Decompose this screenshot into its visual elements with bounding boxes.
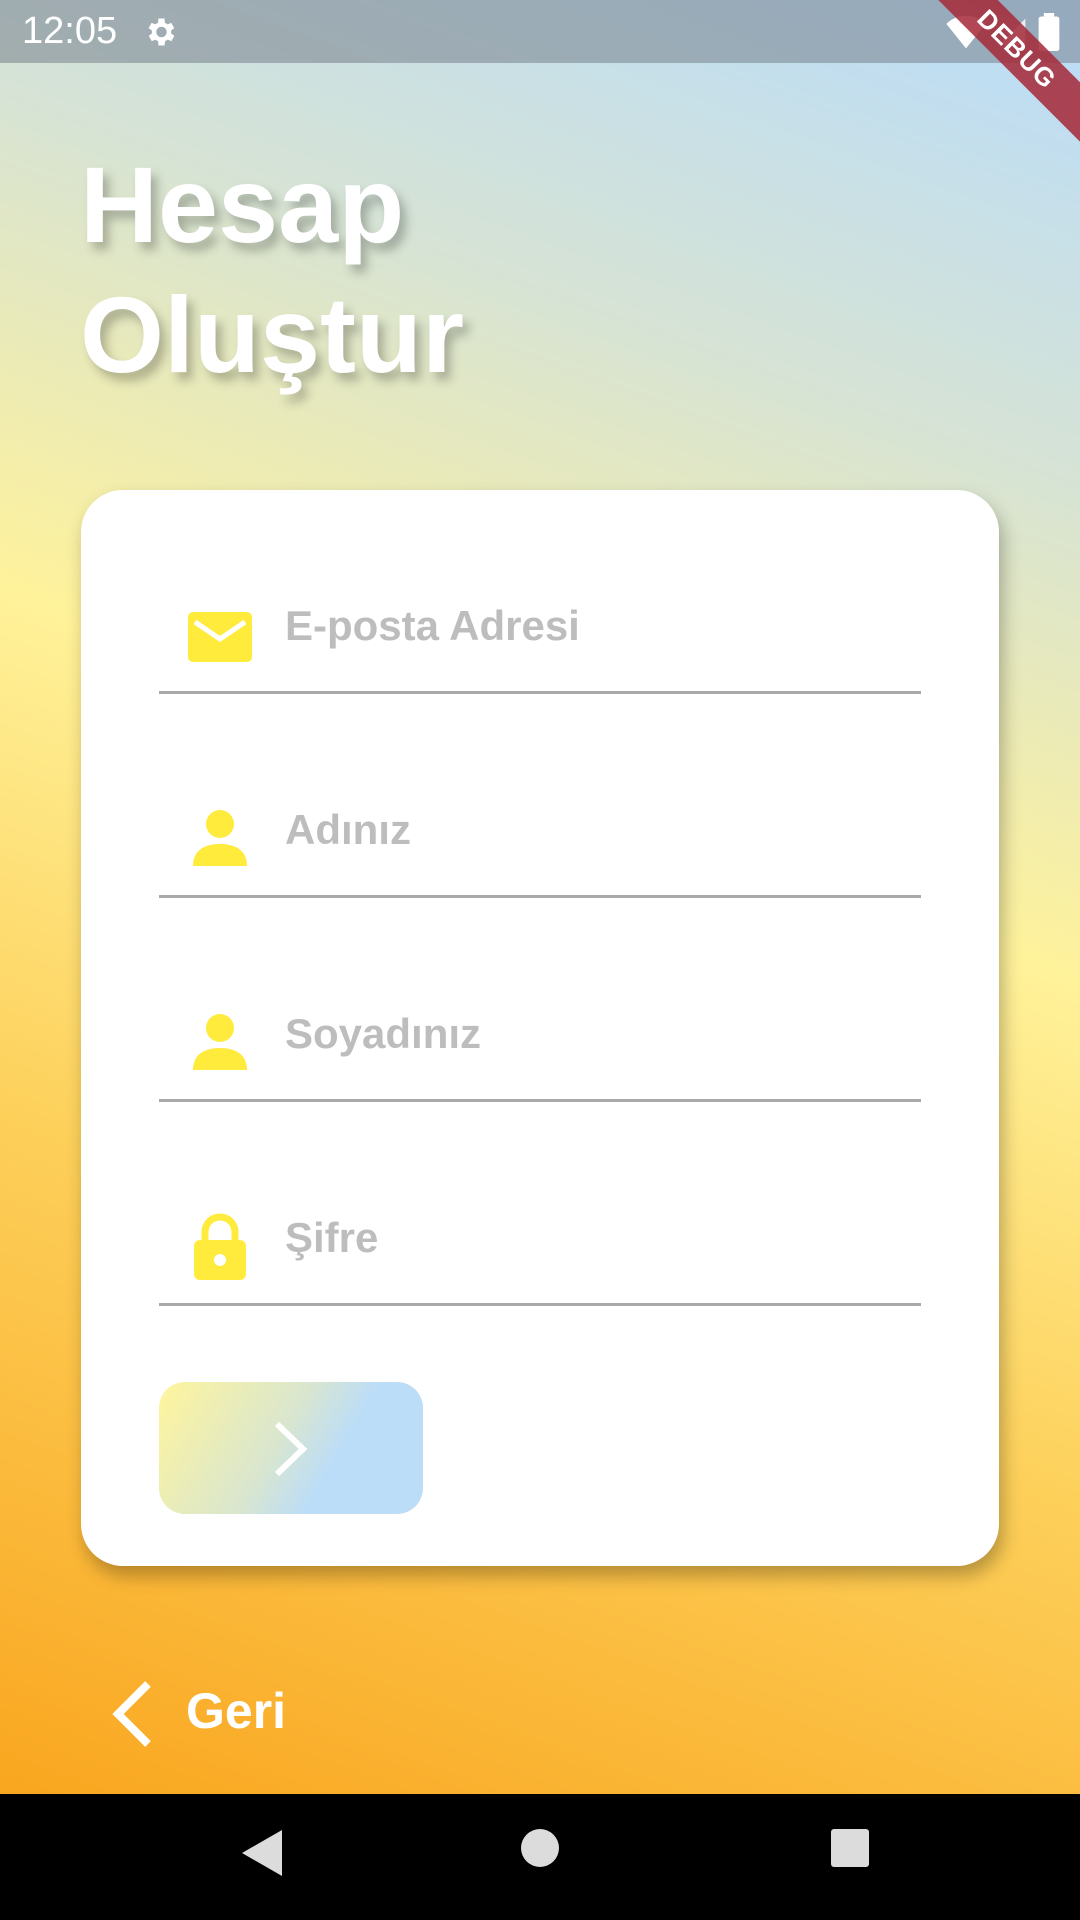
signup-card: E-posta Adresi Adınız Soyadınız Şifre (81, 490, 999, 1566)
back-label: Geri (186, 1683, 287, 1739)
next-button[interactable] (159, 1382, 423, 1514)
person-icon (193, 810, 247, 866)
last-name-field[interactable]: Soyadınız (159, 898, 921, 1102)
system-nav-bar (0, 1794, 1080, 1920)
password-field[interactable]: Şifre (159, 1102, 921, 1306)
nav-home-icon[interactable] (520, 1828, 560, 1868)
first-name-placeholder: Adınız (285, 806, 411, 853)
email-placeholder: E-posta Adresi (285, 602, 580, 649)
back-button[interactable]: Geri (100, 1674, 300, 1754)
password-placeholder: Şifre (285, 1214, 379, 1261)
chevron-right-icon (274, 1421, 308, 1477)
page-title: Hesap Oluştur (80, 140, 464, 400)
nav-back-icon[interactable] (240, 1828, 284, 1878)
status-bar: 12:05 DEBUG (0, 0, 1080, 153)
email-icon (188, 612, 252, 662)
last-name-placeholder: Soyadınız (285, 1010, 482, 1057)
gear-icon (148, 18, 175, 46)
first-name-field[interactable]: Adınız (159, 694, 921, 898)
email-field[interactable]: E-posta Adresi (159, 490, 921, 694)
page-title-line2: Oluştur (80, 274, 465, 395)
page-title-line1: Hesap (80, 144, 405, 265)
lock-icon (194, 1213, 246, 1280)
person-icon (193, 1014, 247, 1070)
status-time: 12:05 (22, 10, 118, 52)
nav-recents-icon[interactable] (830, 1828, 870, 1868)
chevron-left-icon (112, 1681, 151, 1747)
